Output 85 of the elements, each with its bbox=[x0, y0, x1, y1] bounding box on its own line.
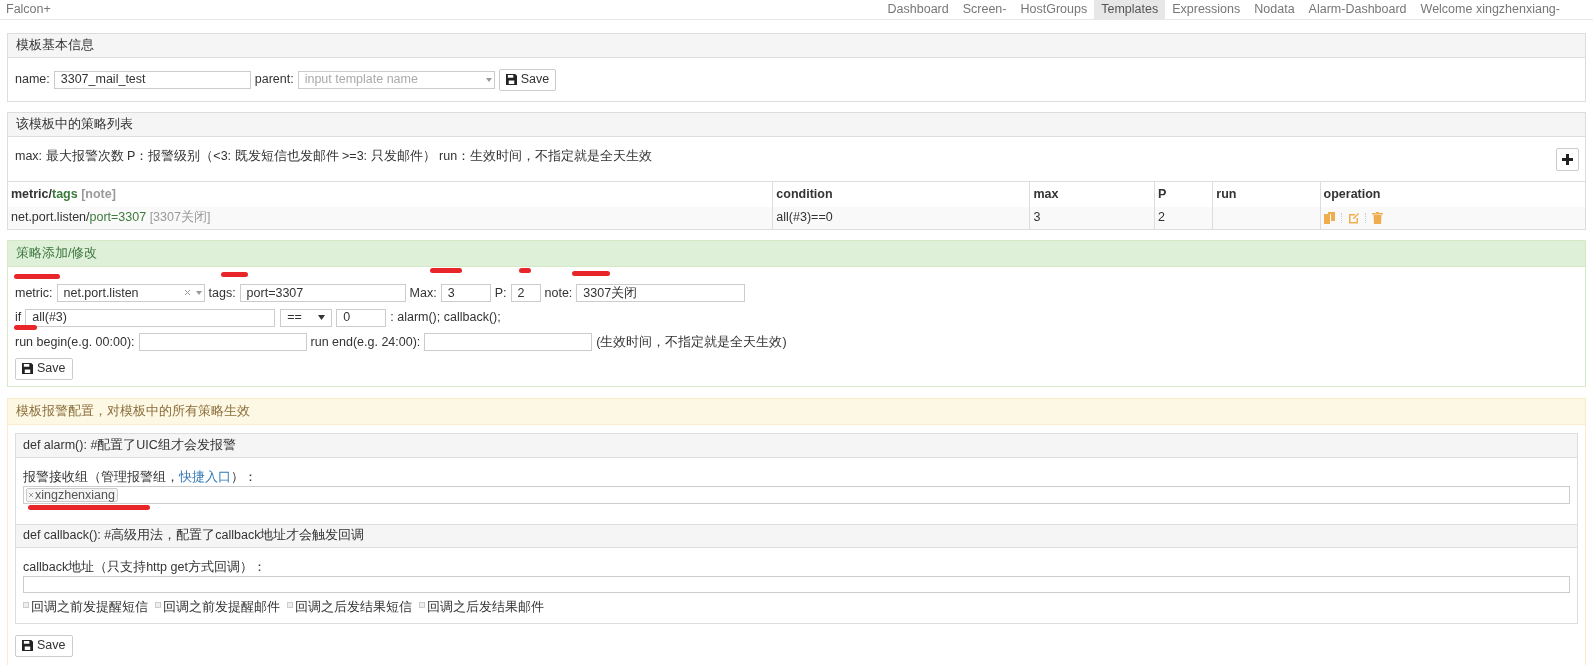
table-cell: all(#3)==0 bbox=[776, 210, 833, 225]
section-title: def alarm(): #配置了UIC组才会发报警 bbox=[23, 436, 236, 454]
caret-icon bbox=[318, 315, 326, 321]
checkbox[interactable] bbox=[419, 601, 425, 608]
table-cell: 2 bbox=[1157, 210, 1165, 225]
save-button[interactable]: Save bbox=[15, 634, 73, 657]
nav-link[interactable]: Templates bbox=[1094, 0, 1166, 19]
field-label: if bbox=[15, 309, 22, 327]
input-field[interactable] bbox=[424, 333, 593, 352]
nav-link[interactable]: Nodata bbox=[1247, 0, 1302, 19]
checkbox-label: 回调之后发结果邮件 bbox=[427, 598, 544, 616]
field-label: callback地址（只支持http get方式回调）： bbox=[23, 558, 267, 576]
column-header: operation bbox=[1323, 186, 1381, 201]
input-field[interactable]: 3307_mail_test bbox=[53, 70, 251, 89]
panel-title: 策略添加/修改 bbox=[16, 244, 98, 262]
select-field[interactable]: net.port.listen bbox=[56, 283, 205, 302]
field-label: P: bbox=[494, 284, 507, 302]
input-field[interactable]: port=3307 bbox=[239, 283, 406, 302]
column-header: run bbox=[1216, 186, 1237, 201]
hint-text: (生效时间，不指定就是全天生效) bbox=[596, 334, 787, 351]
checkbox-label: 回调之前发提醒短信 bbox=[31, 598, 148, 616]
field-label: name: bbox=[15, 71, 50, 89]
input-field[interactable]: 3307关闭 bbox=[576, 283, 746, 302]
receiver-tag: xingzhenxiang bbox=[26, 487, 118, 502]
field-label: note: bbox=[544, 284, 573, 302]
field-label: run end(e.g. 24:00): bbox=[310, 334, 421, 351]
column-header: condition bbox=[776, 186, 833, 201]
input-field[interactable]: 3 bbox=[440, 283, 491, 302]
annotation-mark bbox=[519, 268, 531, 273]
column-header: max bbox=[1033, 186, 1059, 201]
panel-title: 模板基本信息 bbox=[16, 37, 94, 55]
save-icon bbox=[505, 74, 517, 85]
legend-text: max: 最大报警次数 P：报警级别（<3: 既发短信也发邮件 >=3: 只发邮件） run：生效时间，不指定就是全天生效 bbox=[15, 148, 653, 165]
panel-title: 该模板中的策略列表 bbox=[16, 116, 133, 134]
input-field[interactable]: 2 bbox=[510, 283, 541, 302]
table-cell: net.port.listen/port=3307 [3307关闭] bbox=[11, 210, 211, 225]
save-icon bbox=[22, 363, 33, 375]
column-header: P bbox=[1157, 186, 1167, 201]
remove-icon[interactable] bbox=[29, 492, 33, 497]
panel-title: 模板报警配置，对模板中的所有策略生效 bbox=[16, 402, 250, 420]
caret-icon bbox=[195, 290, 202, 295]
input-field[interactable]: all(#3) bbox=[25, 308, 276, 327]
nav-link[interactable]: HostGroups bbox=[1013, 0, 1095, 19]
receiver-field[interactable]: xingzhenxiang bbox=[23, 485, 1570, 504]
copy-icon[interactable] bbox=[1323, 211, 1335, 224]
clear-icon[interactable] bbox=[184, 290, 190, 296]
annotation-mark bbox=[572, 271, 610, 276]
input-field[interactable] bbox=[138, 333, 307, 352]
operator-select[interactable]: == bbox=[280, 308, 333, 327]
action-text: : alarm(); callback(); bbox=[390, 309, 501, 327]
annotation-mark bbox=[221, 272, 248, 277]
nav-link[interactable]: Dashboard bbox=[880, 0, 956, 19]
save-icon bbox=[22, 640, 33, 651]
save-button[interactable]: Save bbox=[15, 357, 73, 380]
nav-link[interactable]: Expressions bbox=[1165, 0, 1248, 19]
column-header: metric/tags [note] bbox=[11, 186, 116, 201]
checkbox[interactable] bbox=[155, 601, 161, 608]
field-label: Max: bbox=[409, 284, 437, 302]
field-label: metric: bbox=[15, 284, 53, 302]
field-label: tags: bbox=[208, 284, 236, 302]
field-label: run begin(e.g. 00:00): bbox=[15, 334, 135, 351]
nav-link[interactable]: Alarm-Dashboard bbox=[1301, 0, 1414, 19]
nav-link[interactable]: Screen- bbox=[955, 0, 1014, 19]
checkbox[interactable] bbox=[23, 601, 29, 608]
annotation-mark bbox=[14, 325, 37, 330]
field-label: 报警接收组（管理报警组，快捷入口）： bbox=[23, 468, 258, 486]
checkbox-label: 回调之前发提醒邮件 bbox=[163, 598, 280, 616]
field-label: parent: bbox=[254, 71, 294, 89]
trash-icon[interactable] bbox=[1371, 211, 1383, 224]
edit-icon[interactable] bbox=[1347, 211, 1359, 224]
checkbox[interactable] bbox=[287, 601, 293, 608]
section-title: def callback(): #高级用法，配置了callback地址才会触发回调 bbox=[23, 527, 365, 545]
annotation-mark bbox=[430, 268, 462, 273]
nav-link[interactable]: Welcome xingzhenxiang- bbox=[1413, 0, 1567, 19]
annotation-mark bbox=[14, 274, 60, 279]
brand-name[interactable]: Falcon+ bbox=[6, 0, 51, 19]
shortcut-link[interactable]: 快捷入口 bbox=[179, 469, 231, 484]
checkbox-label: 回调之后发结果短信 bbox=[295, 598, 412, 616]
table-cell: 3 bbox=[1033, 210, 1041, 225]
add-button[interactable] bbox=[1556, 148, 1579, 171]
caret-icon bbox=[485, 77, 492, 82]
save-button[interactable]: Save bbox=[498, 68, 557, 91]
input-field[interactable]: 0 bbox=[336, 308, 387, 327]
plus-icon bbox=[1562, 154, 1573, 165]
input-field[interactable] bbox=[23, 575, 1570, 593]
